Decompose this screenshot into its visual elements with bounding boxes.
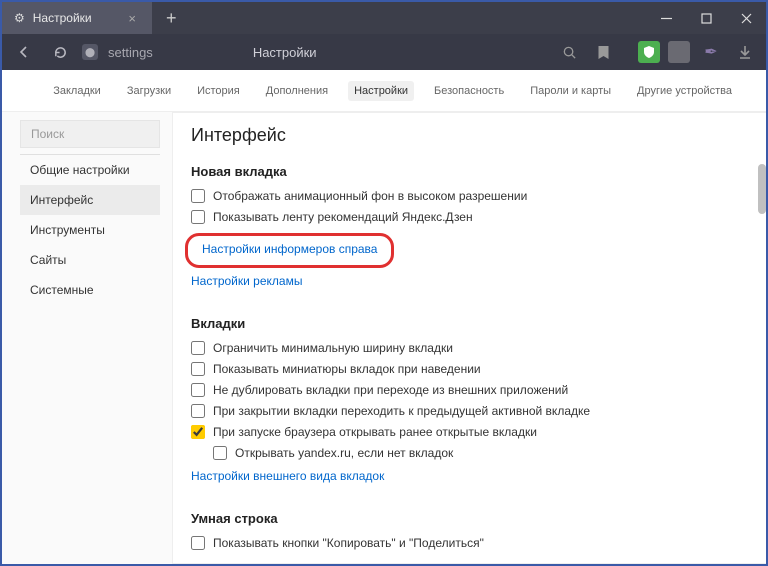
url-title: Настройки [253,45,317,60]
settings-link[interactable]: Настройки информеров справа [202,242,377,256]
checkbox[interactable] [191,210,205,224]
checkbox-label: Показывать миниатюры вкладок при наведен… [213,362,481,376]
checkbox[interactable] [191,536,205,550]
checkbox[interactable] [191,362,205,376]
tab-title: Настройки [33,11,92,25]
address-bar: ⬤ settings Настройки ✒ [2,34,766,70]
section-heading: Новая вкладка [191,164,748,179]
topnav-item[interactable]: Другие устройства [631,81,738,101]
protect-icon[interactable] [638,41,660,63]
sidebar-item[interactable]: Системные [20,275,160,305]
window-buttons [646,2,766,34]
settings-link[interactable]: Настройки рекламы [191,274,302,288]
section-heading: Умная строка [191,511,748,526]
back-button[interactable] [10,38,38,66]
reload-button[interactable] [46,38,74,66]
checkbox-label: Отображать анимационный фон в высоком ра… [213,189,527,203]
download-icon[interactable] [732,39,758,65]
checkbox[interactable] [191,189,205,203]
checkbox-row[interactable]: При запуске браузера открывать ранее отк… [191,425,748,439]
settings-sidebar: Поиск Общие настройкиИнтерфейсИнструмент… [20,112,160,564]
scrollbar-thumb[interactable] [758,164,766,214]
url-box[interactable]: ⬤ settings Настройки [82,44,548,60]
gear-icon: ⚙ [14,11,25,25]
close-tab-icon[interactable]: × [124,11,140,26]
highlighted-link: Настройки информеров справа [185,233,394,268]
settings-link[interactable]: Настройки внешнего вида вкладок [191,469,384,483]
section-heading: Вкладки [191,316,748,331]
sidebar-item[interactable]: Общие настройки [20,155,160,185]
bookmark-icon[interactable] [590,39,616,65]
titlebar: ⚙ Настройки × + [2,2,766,34]
extension-icon-1[interactable] [668,41,690,63]
checkbox-row[interactable]: Открывать yandex.ru, если нет вкладок [213,446,748,460]
topnav-item[interactable]: История [191,81,246,101]
checkbox-label: Показывать кнопки "Копировать" и "Подели… [213,536,484,550]
page-heading: Интерфейс [191,125,748,146]
maximize-button[interactable] [686,2,726,34]
sidebar-item[interactable]: Сайты [20,245,160,275]
checkbox-row[interactable]: Отображать анимационный фон в высоком ра… [191,189,748,203]
sidebar-search[interactable]: Поиск [20,120,160,148]
sidebar-item[interactable]: Интерфейс [20,185,160,215]
topnav-item[interactable]: Дополнения [260,81,334,101]
checkbox[interactable] [213,446,227,460]
checkbox-row[interactable]: Показывать ленту рекомендаций Яндекс.Дзе… [191,210,748,224]
settings-topnav: Закладки Загрузки История Дополнения Настрой… [2,70,766,112]
checkbox-label: Показывать ленту рекомендаций Яндекс.Дзе… [213,210,473,224]
checkbox[interactable] [191,404,205,418]
browser-tab[interactable]: ⚙ Настройки × [2,2,152,34]
checkbox-row[interactable]: Показывать кнопки "Копировать" и "Подели… [191,536,748,550]
checkbox[interactable] [191,425,205,439]
site-info-icon[interactable]: ⬤ [82,44,98,60]
settings-content: Интерфейс Новая вкладка Отображать анимац… [172,112,766,564]
feather-icon[interactable]: ✒ [698,39,724,65]
checkbox-row[interactable]: Показывать миниатюры вкладок при наведен… [191,362,748,376]
checkbox-label: Ограничить минимальную ширину вкладки [213,341,453,355]
checkbox-label: Открывать yandex.ru, если нет вкладок [235,446,453,460]
checkbox-label: При закрытии вкладки переходить к предыд… [213,404,590,418]
checkbox-row[interactable]: Не дублировать вкладки при переходе из в… [191,383,748,397]
new-tab-button[interactable]: + [152,8,191,29]
topnav-item[interactable]: Настройки [348,81,414,101]
topnav-item[interactable]: Пароли и карты [524,81,617,101]
checkbox-row[interactable]: При закрытии вкладки переходить к предыд… [191,404,748,418]
minimize-button[interactable] [646,2,686,34]
checkbox[interactable] [191,341,205,355]
checkbox-label: При запуске браузера открывать ранее отк… [213,425,537,439]
topnav-item[interactable]: Безопасность [428,81,510,101]
checkbox-label: Не дублировать вкладки при переходе из в… [213,383,568,397]
url-path: settings [108,45,153,60]
checkbox-row[interactable]: Ограничить минимальную ширину вкладки [191,341,748,355]
close-window-button[interactable] [726,2,766,34]
search-icon[interactable] [556,39,582,65]
sidebar-item[interactable]: Инструменты [20,215,160,245]
topnav-item[interactable]: Закладки [47,81,107,101]
topnav-item[interactable]: Загрузки [121,81,177,101]
checkbox[interactable] [191,383,205,397]
